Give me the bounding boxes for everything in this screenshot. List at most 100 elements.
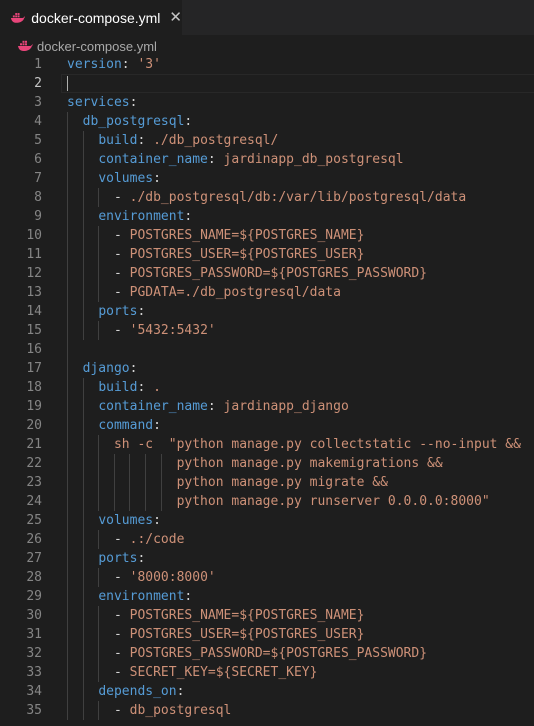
whitespace: : xyxy=(129,95,138,110)
indent-guide xyxy=(129,454,131,511)
docker-whale-icon xyxy=(10,12,25,23)
whitespace: : xyxy=(176,684,185,699)
code-line[interactable]: 30 - POSTGRES_NAME=${POSTGRES_NAME} xyxy=(0,606,534,625)
code-line[interactable]: 12 - POSTGRES_PASSWORD=${POSTGRES_PASSWO… xyxy=(0,264,534,283)
editor-window: docker-compose.yml ✕ docker-compose.yml … xyxy=(0,0,534,726)
code-line[interactable]: 2 xyxy=(0,74,534,93)
code-line[interactable]: 23 python manage.py migrate && xyxy=(0,473,534,492)
yaml-key: environment xyxy=(98,589,185,604)
current-line-highlight xyxy=(61,74,534,93)
code-line[interactable]: 8 - ./db_postgresql/db:/var/lib/postgres… xyxy=(0,188,534,207)
line-number: 26 xyxy=(26,532,42,547)
yaml-value: POSTGRES_NAME=${POSTGRES_NAME} xyxy=(129,608,365,623)
code-line[interactable]: 26 - .:/code xyxy=(0,530,534,549)
line-number: 4 xyxy=(34,114,42,129)
line-number: 33 xyxy=(26,665,42,680)
code-line[interactable]: 17 django: xyxy=(0,359,534,378)
tab-docker-compose[interactable]: docker-compose.yml ✕ xyxy=(0,0,182,35)
code-line[interactable]: 15 - '5432:5432' xyxy=(0,321,534,340)
line-number: 11 xyxy=(26,247,42,262)
code-line[interactable]: 32 - POSTGRES_PASSWORD=${POSTGRES_PASSWO… xyxy=(0,644,534,663)
whitespace: : xyxy=(153,171,161,186)
yaml-value: python manage.py makemigrations && xyxy=(176,456,443,471)
code-line[interactable]: 29 environment: xyxy=(0,587,534,606)
breadcrumb-item-file[interactable]: docker-compose.yml xyxy=(37,39,157,54)
code-line[interactable]: 20 command: xyxy=(0,416,534,435)
code-line[interactable]: 5 build: ./db_postgresql/ xyxy=(0,131,534,150)
line-content: python manage.py runserver 0.0.0.0:8000" xyxy=(67,492,490,511)
indent-guide xyxy=(82,131,84,340)
code-line[interactable]: 18 build: . xyxy=(0,378,534,397)
code-line[interactable]: 27 ports: xyxy=(0,549,534,568)
line-content: - POSTGRES_USER=${POSTGRES_USER} xyxy=(67,245,364,264)
line-content: - db_postgresql xyxy=(67,701,231,720)
code-line[interactable]: 13 - PGDATA=./db_postgresql/data xyxy=(0,283,534,302)
yaml-value: POSTGRES_PASSWORD=${POSTGRES_PASSWORD} xyxy=(129,646,428,661)
indent-guide xyxy=(98,321,100,340)
line-number: 31 xyxy=(26,627,42,642)
yaml-key: container_name xyxy=(98,152,208,167)
code-line[interactable]: 33 - SECRET_KEY=${SECRET_KEY} xyxy=(0,663,534,682)
indent-guide xyxy=(98,606,100,682)
close-icon[interactable]: ✕ xyxy=(169,10,182,25)
yaml-value: jardinapp_db_postgresql xyxy=(223,152,404,167)
line-content: - .:/code xyxy=(67,530,184,549)
code-line[interactable]: 21 sh -c "python manage.py collectstatic… xyxy=(0,435,534,454)
line-content: - POSTGRES_PASSWORD=${POSTGRES_PASSWORD} xyxy=(67,644,427,663)
yaml-key: command xyxy=(98,418,154,433)
indent-guide xyxy=(98,701,100,720)
line-number: 2 xyxy=(34,76,42,91)
yaml-key: db_postgresql xyxy=(82,114,185,129)
line-content: - POSTGRES_NAME=${POSTGRES_NAME} xyxy=(67,226,364,245)
code-line[interactable]: 22 python manage.py makemigrations && xyxy=(0,454,534,473)
line-content: build: . xyxy=(67,378,161,397)
whitespace: : xyxy=(137,380,154,395)
line-number: 27 xyxy=(26,551,42,566)
yaml-value: '3' xyxy=(137,57,161,72)
whitespace: : xyxy=(129,361,138,376)
line-number: 9 xyxy=(34,209,42,224)
yaml-value: PGDATA=./db_postgresql/data xyxy=(129,285,341,300)
code-line[interactable]: 7 volumes: xyxy=(0,169,534,188)
yaml-value: '5432:5432' xyxy=(129,323,216,338)
line-number: 1 xyxy=(34,57,42,72)
code-line[interactable]: 19 container_name: jardinapp_django xyxy=(0,397,534,416)
code-line[interactable]: 34 depends_on: xyxy=(0,682,534,701)
yaml-key: volumes xyxy=(98,513,154,528)
indent-guide xyxy=(82,378,84,720)
yaml-value: .:/code xyxy=(129,532,185,547)
line-content: db_postgresql: xyxy=(67,112,193,131)
code-line[interactable]: 16 xyxy=(0,340,534,359)
code-line[interactable]: 6 container_name: jardinapp_db_postgresq… xyxy=(0,150,534,169)
code-line[interactable]: 24 python manage.py runserver 0.0.0.0:80… xyxy=(0,492,534,511)
line-number: 34 xyxy=(26,684,42,699)
code-line[interactable]: 35 - db_postgresql xyxy=(0,701,534,720)
yaml-key: version xyxy=(67,57,122,72)
yaml-key: build xyxy=(98,133,138,148)
yaml-key: services xyxy=(67,95,130,110)
line-number: 7 xyxy=(34,171,42,186)
line-content: sh -c "python manage.py collectstatic --… xyxy=(67,435,521,454)
code-line[interactable]: 9 environment: xyxy=(0,207,534,226)
code-line[interactable]: 1 version: '3' xyxy=(0,55,534,74)
line-number: 21 xyxy=(26,437,42,452)
code-line[interactable]: 25 volumes: xyxy=(0,511,534,530)
yaml-value: POSTGRES_PASSWORD=${POSTGRES_PASSWORD} xyxy=(129,266,428,281)
code-line[interactable]: 4 db_postgresql: xyxy=(0,112,534,131)
whitespace: : xyxy=(184,114,193,129)
whitespace: : xyxy=(153,418,161,433)
line-content: - PGDATA=./db_postgresql/data xyxy=(67,283,341,302)
line-content: depends_on: xyxy=(67,682,184,701)
line-content: python manage.py makemigrations && xyxy=(67,454,443,473)
line-number: 32 xyxy=(26,646,42,661)
line-number: 19 xyxy=(26,399,42,414)
code-line[interactable]: 14 ports: xyxy=(0,302,534,321)
code-line[interactable]: 31 - POSTGRES_USER=${POSTGRES_USER} xyxy=(0,625,534,644)
code-line[interactable]: 11 - POSTGRES_USER=${POSTGRES_USER} xyxy=(0,245,534,264)
indent-guide xyxy=(113,454,115,511)
whitespace: : xyxy=(153,513,161,528)
code-line[interactable]: 10 - POSTGRES_NAME=${POSTGRES_NAME} xyxy=(0,226,534,245)
code-line[interactable]: 28 - '8000:8000' xyxy=(0,568,534,587)
code-line[interactable]: 3 services: xyxy=(0,93,534,112)
code-editor[interactable]: 1 version: '3' 2 3 services: 4 db_postgresql:… xyxy=(0,55,534,726)
